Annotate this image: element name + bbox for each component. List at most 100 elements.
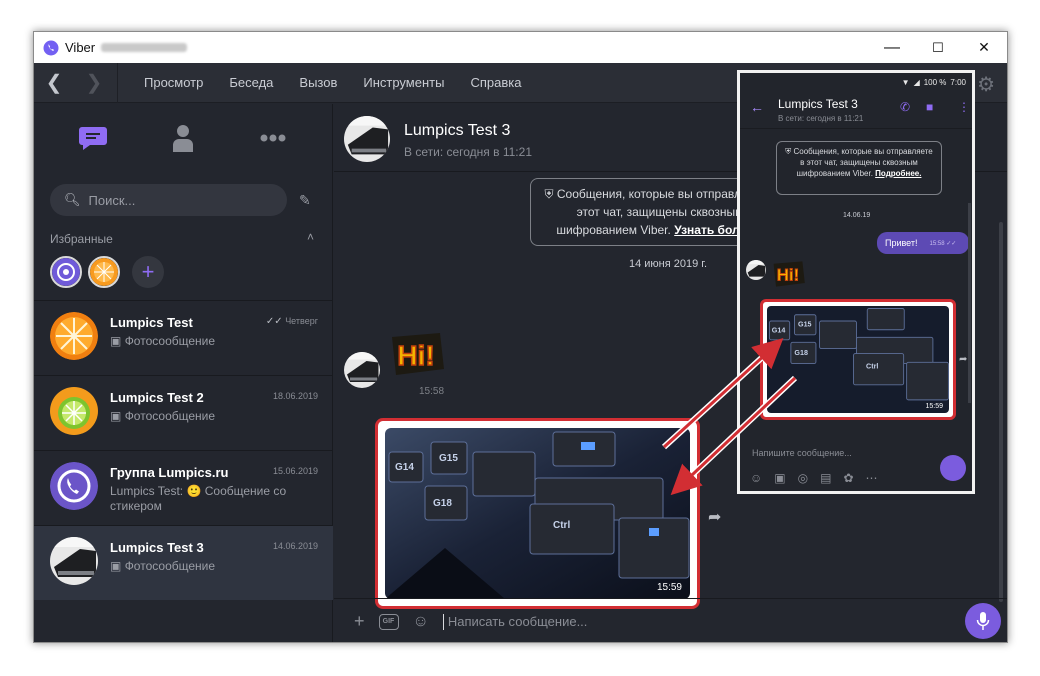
chat-time: ✓✓ Четверг — [266, 316, 318, 327]
search-input[interactable]: 🔍︎ Поиск... — [50, 184, 287, 216]
chat-time: 18.06.2019 — [272, 391, 318, 401]
phone-conversation-status: В сети: сегодня в 11:21 — [778, 114, 864, 123]
phone-composer: Напишите сообщение... ☺ ▣ ◎ ▤ ✿ ⋯ — [740, 441, 972, 491]
message-input[interactable]: Написать сообщение... — [448, 614, 588, 629]
more-vertical-icon[interactable]: ⋮ — [958, 100, 970, 114]
read-check-icon: ✓✓ — [265, 316, 283, 327]
phone-forward-icon[interactable]: ➦ — [959, 354, 967, 365]
menu-tools[interactable]: Инструменты — [363, 75, 444, 90]
chat-item-lumpics-test-3[interactable]: Lumpics Test 3 14.06.2019 ▣ Фотосообщени… — [34, 525, 333, 600]
search-icon: 🔍︎ — [64, 192, 81, 207]
chevron-up-icon[interactable]: ˄ — [307, 230, 314, 244]
scrollbar[interactable] — [999, 222, 1003, 602]
hi-sticker[interactable]: Hi! — [386, 329, 446, 384]
chat-item-lumpics-test-2[interactable]: Lumpics Test 2 18.06.2019 ▣ Фотосообщени… — [34, 375, 333, 450]
sticker-icon[interactable]: ☺ — [750, 471, 762, 485]
gallery-icon[interactable]: ▣ — [774, 471, 785, 485]
microphone-icon — [976, 612, 990, 630]
chat-item-lumpics-test[interactable]: Lumpics Test ✓✓ Четверг ▣ Фотосообщение — [34, 300, 333, 375]
forward-icon[interactable]: ➦ — [708, 507, 721, 527]
outgoing-message-time: 15:58 ✓✓ — [929, 240, 957, 247]
photo-message[interactable]: G14 G15 G18 Ctrl 15:59 — [385, 428, 690, 599]
back-arrow-icon[interactable]: ❮ — [34, 63, 74, 103]
chat-time: 15.06.2019 — [272, 466, 318, 476]
avatar — [50, 312, 98, 360]
maximize-button[interactable]: ☐ — [915, 32, 961, 63]
phone-call-icon[interactable]: ✆ — [900, 100, 910, 114]
conversation-status: В сети: сегодня в 11:21 — [404, 145, 532, 159]
menu-call[interactable]: Вызов — [299, 75, 337, 90]
chat-time: 14.06.2019 — [272, 541, 318, 551]
outgoing-message[interactable]: Привет! 15:58 ✓✓ — [877, 232, 969, 254]
video-call-icon[interactable]: ■ — [926, 100, 933, 114]
add-favorite-button[interactable]: + — [132, 256, 164, 288]
chat-name: Lumpics Test — [110, 315, 193, 330]
gif-icon[interactable]: ▤ — [820, 471, 831, 485]
photo-icon: ▣ — [110, 409, 122, 423]
new-chat-icon[interactable]: ✎ — [299, 192, 311, 209]
minimize-button[interactable]: — — [869, 32, 915, 63]
message-composer: + GIF ☺ Написать сообщение... — [334, 598, 1007, 642]
svg-text:G15: G15 — [798, 319, 812, 328]
outgoing-message-text: Привет! — [885, 238, 918, 248]
contacts-tab-icon[interactable] — [163, 118, 203, 158]
avatar — [50, 537, 98, 585]
doodle-icon[interactable]: ✿ — [843, 471, 853, 485]
phone-status-bar: ▼ ◢ 100 % 7:00 — [740, 73, 972, 91]
menu-help[interactable]: Справка — [470, 75, 521, 90]
menu-view[interactable]: Просмотр — [144, 75, 203, 90]
svg-text:G15: G15 — [439, 453, 458, 464]
svg-text:Ctrl: Ctrl — [866, 361, 878, 370]
favorite-orange-avatar[interactable] — [88, 256, 120, 288]
text-cursor — [442, 613, 444, 630]
signal-icon: ◢ — [913, 77, 920, 87]
wifi-icon: ▼ — [901, 77, 910, 87]
forward-arrow-icon[interactable]: ❯ — [74, 63, 114, 103]
menu-divider — [117, 62, 118, 103]
chat-preview-text: Фотосообщение — [124, 409, 216, 423]
avatar[interactable] — [344, 116, 390, 162]
phone-more-link[interactable]: Подробнее. — [875, 169, 921, 178]
microphone-button[interactable] — [965, 603, 1001, 639]
svg-text:G14: G14 — [395, 462, 414, 473]
sticker-icon[interactable]: ☺ — [413, 613, 429, 631]
chats-tab-icon[interactable] — [73, 118, 113, 158]
chat-name: Группа Lumpics.ru — [110, 465, 229, 480]
avatar — [50, 387, 98, 435]
gear-icon[interactable]: ⚙ — [977, 72, 995, 97]
gif-icon[interactable]: GIF — [378, 613, 399, 630]
phone-send-button[interactable] — [940, 455, 966, 481]
date-separator: 14 июня 2019 г. — [629, 258, 708, 270]
plus-icon[interactable]: + — [354, 611, 365, 632]
favorite-viber-avatar[interactable] — [50, 256, 82, 288]
chat-time-text: Четверг — [285, 316, 318, 326]
sticker-text: Hi! — [397, 340, 434, 371]
chat-item-lumpics-group[interactable]: Группа Lumpics.ru 15.06.2019 Lumpics Tes… — [34, 450, 333, 525]
phone-clock: 7:00 — [950, 77, 966, 87]
mobile-screenshot-overlay: ▼ ◢ 100 % 7:00 ← Lumpics Test 3 В сети: … — [737, 70, 975, 494]
battery-level: 100 % — [923, 77, 947, 87]
phone-hi-sticker[interactable]: Hi! — [770, 259, 806, 294]
phone-photo-time: 15:59 — [925, 403, 943, 410]
phone-scrollbar — [968, 203, 971, 403]
phone-photo-highlight: G14 G15 G18 Ctrl 15:59 — [760, 299, 956, 420]
more-tab-icon[interactable] — [253, 118, 293, 158]
viber-logo-icon — [43, 40, 59, 55]
title-bar: Viber — ☐ ✕ — [34, 32, 1007, 63]
back-arrow-icon[interactable]: ← — [750, 99, 764, 115]
phone-message-input[interactable]: Напишите сообщение... — [752, 448, 852, 458]
more-horizontal-icon[interactable]: ⋯ — [866, 471, 878, 485]
chat-name: Lumpics Test 3 — [110, 540, 204, 555]
avatar — [50, 462, 98, 510]
favorites-label: Избранные — [50, 232, 113, 246]
close-button[interactable]: ✕ — [961, 32, 1007, 63]
chat-name: Lumpics Test 2 — [110, 390, 204, 405]
phone-composer-icons: ☺ ▣ ◎ ▤ ✿ ⋯ — [750, 471, 878, 485]
avatar — [746, 260, 766, 280]
sticker-time: 15:58 — [419, 386, 445, 397]
camera-icon[interactable]: ◎ — [798, 471, 808, 485]
phone-conversation-title: Lumpics Test 3 — [778, 97, 858, 111]
menu-conversation[interactable]: Беседа — [229, 75, 273, 90]
phone-photo-message[interactable]: G14 G15 G18 Ctrl 15:59 — [767, 306, 949, 413]
photo-icon: ▣ — [110, 559, 122, 573]
